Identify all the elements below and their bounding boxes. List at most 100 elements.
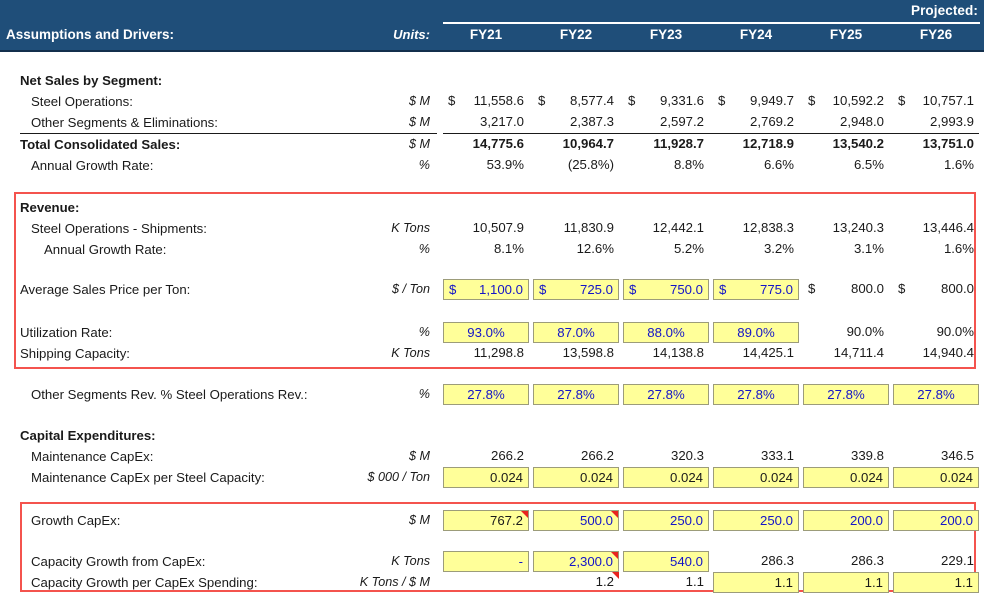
cell-utilization-fy23[interactable]: 88.0% [623, 322, 709, 343]
cell-total-sales-fy23[interactable]: 11,928.7 [623, 134, 709, 155]
cell-other-segments-fy24[interactable]: 2,769.2 [713, 112, 799, 133]
cell-capacity-growth-fy25[interactable]: 286.3 [803, 551, 889, 572]
cell-steel-operations-fy25[interactable]: $10,592.2 [803, 91, 889, 112]
cell-total-sales-fy26[interactable]: 13,751.0 [893, 134, 979, 155]
column-header-fy22[interactable]: FY22 [533, 27, 619, 42]
cell-shipments-fy24[interactable]: 12,838.3 [713, 218, 799, 239]
cell-avg-price-fy21[interactable]: $1,100.0 [443, 279, 529, 300]
cell-segments-ratio-fy26[interactable]: 27.8% [893, 384, 979, 405]
cell-total-sales-fy22[interactable]: 10,964.7 [533, 134, 619, 155]
table-row[interactable]: Maintenance CapEx per Steel Capacity: $ … [0, 467, 984, 488]
cell-sales-growth-fy21[interactable]: 53.9% [443, 155, 529, 176]
cell-other-segments-fy23[interactable]: 2,597.2 [623, 112, 709, 133]
table-row[interactable]: Growth CapEx: $ M 767.2 500.0 250.0 250.… [0, 510, 984, 531]
cell-avg-price-fy26[interactable]: $800.0 [893, 279, 979, 300]
cell-capacity-growth-fy24[interactable]: 286.3 [713, 551, 799, 572]
cell-maint-capex-fy25[interactable]: 339.8 [803, 446, 889, 467]
cell-steel-operations-fy22[interactable]: $8,577.4 [533, 91, 619, 112]
cell-shipments-growth-fy25[interactable]: 3.1% [803, 239, 889, 260]
cell-other-segments-fy25[interactable]: 2,948.0 [803, 112, 889, 133]
table-row[interactable]: Annual Growth Rate: % 53.9% (25.8%) 8.8%… [0, 155, 984, 176]
cell-total-sales-fy24[interactable]: 12,718.9 [713, 134, 799, 155]
cell-other-segments-fy21[interactable]: 3,217.0 [443, 112, 529, 133]
cell-capacity-per-capex-fy22[interactable]: 1.2 [533, 572, 619, 593]
cell-utilization-fy26[interactable]: 90.0% [893, 322, 979, 343]
cell-capacity-growth-fy26[interactable]: 229.1 [893, 551, 979, 572]
cell-segments-ratio-fy22[interactable]: 27.8% [533, 384, 619, 405]
cell-segments-ratio-fy21[interactable]: 27.8% [443, 384, 529, 405]
cell-steel-operations-fy24[interactable]: $9,949.7 [713, 91, 799, 112]
cell-total-sales-fy25[interactable]: 13,540.2 [803, 134, 889, 155]
table-row[interactable]: Maintenance CapEx: $ M 266.2 266.2 320.3… [0, 446, 984, 467]
table-row[interactable]: Total Consolidated Sales: $ M 14,775.6 1… [0, 134, 984, 155]
cell-shipments-fy23[interactable]: 12,442.1 [623, 218, 709, 239]
cell-shipments-fy21[interactable]: 10,507.9 [443, 218, 529, 239]
table-row[interactable]: Capacity Growth per CapEx Spending: K To… [0, 572, 984, 593]
cell-avg-price-fy22[interactable]: $725.0 [533, 279, 619, 300]
cell-shipments-growth-fy26[interactable]: 1.6% [893, 239, 979, 260]
table-row[interactable]: Other Segments Rev. % Steel Operations R… [0, 384, 984, 405]
cell-shipping-capacity-fy22[interactable]: 13,598.8 [533, 343, 619, 364]
cell-segments-ratio-fy25[interactable]: 27.8% [803, 384, 889, 405]
cell-segments-ratio-fy24[interactable]: 27.8% [713, 384, 799, 405]
cell-shipments-growth-fy21[interactable]: 8.1% [443, 239, 529, 260]
cell-capacity-per-capex-fy24[interactable]: 1.1 [713, 572, 799, 593]
cell-shipping-capacity-fy26[interactable]: 14,940.4 [893, 343, 979, 364]
cell-capacity-per-capex-fy21[interactable] [443, 572, 529, 593]
cell-utilization-fy21[interactable]: 93.0% [443, 322, 529, 343]
cell-shipments-growth-fy22[interactable]: 12.6% [533, 239, 619, 260]
cell-maint-capex-ratio-fy22[interactable]: 0.024 [533, 467, 619, 488]
cell-shipments-growth-fy23[interactable]: 5.2% [623, 239, 709, 260]
cell-steel-operations-fy21[interactable]: $11,558.6 [443, 91, 529, 112]
cell-shipments-fy22[interactable]: 11,830.9 [533, 218, 619, 239]
cell-maint-capex-ratio-fy23[interactable]: 0.024 [623, 467, 709, 488]
cell-avg-price-fy24[interactable]: $775.0 [713, 279, 799, 300]
column-header-fy21[interactable]: FY21 [443, 27, 529, 42]
cell-capacity-growth-fy21[interactable]: - [443, 551, 529, 572]
table-row[interactable]: Shipping Capacity: K Tons 11,298.8 13,59… [0, 343, 984, 364]
table-row[interactable]: Annual Growth Rate: % 8.1% 12.6% 5.2% 3.… [0, 239, 984, 260]
cell-growth-capex-fy26[interactable]: 200.0 [893, 510, 979, 531]
cell-growth-capex-fy22[interactable]: 500.0 [533, 510, 619, 531]
cell-sales-growth-fy24[interactable]: 6.6% [713, 155, 799, 176]
cell-shipments-growth-fy24[interactable]: 3.2% [713, 239, 799, 260]
cell-total-sales-fy21[interactable]: 14,775.6 [443, 134, 529, 155]
cell-capacity-per-capex-fy26[interactable]: 1.1 [893, 572, 979, 593]
cell-sales-growth-fy25[interactable]: 6.5% [803, 155, 889, 176]
cell-avg-price-fy25[interactable]: $800.0 [803, 279, 889, 300]
cell-other-segments-fy26[interactable]: 2,993.9 [893, 112, 979, 133]
cell-maint-capex-fy22[interactable]: 266.2 [533, 446, 619, 467]
cell-shipping-capacity-fy24[interactable]: 14,425.1 [713, 343, 799, 364]
table-row[interactable]: Utilization Rate: % 93.0% 87.0% 88.0% 89… [0, 322, 984, 343]
cell-maint-capex-ratio-fy26[interactable]: 0.024 [893, 467, 979, 488]
cell-shipments-fy25[interactable]: 13,240.3 [803, 218, 889, 239]
cell-utilization-fy25[interactable]: 90.0% [803, 322, 889, 343]
cell-capacity-growth-fy22[interactable]: 2,300.0 [533, 551, 619, 572]
table-row[interactable]: Steel Operations - Shipments: K Tons 10,… [0, 218, 984, 239]
cell-steel-operations-fy23[interactable]: $9,331.6 [623, 91, 709, 112]
cell-segments-ratio-fy23[interactable]: 27.8% [623, 384, 709, 405]
cell-steel-operations-fy26[interactable]: $10,757.1 [893, 91, 979, 112]
cell-growth-capex-fy21[interactable]: 767.2 [443, 510, 529, 531]
cell-avg-price-fy23[interactable]: $750.0 [623, 279, 709, 300]
cell-shipping-capacity-fy21[interactable]: 11,298.8 [443, 343, 529, 364]
column-header-fy23[interactable]: FY23 [623, 27, 709, 42]
cell-capacity-per-capex-fy23[interactable]: 1.1 [623, 572, 709, 593]
table-row[interactable]: Other Segments & Eliminations: $ M 3,217… [0, 112, 984, 133]
cell-maint-capex-fy23[interactable]: 320.3 [623, 446, 709, 467]
cell-maint-capex-fy24[interactable]: 333.1 [713, 446, 799, 467]
cell-growth-capex-fy25[interactable]: 200.0 [803, 510, 889, 531]
cell-sales-growth-fy23[interactable]: 8.8% [623, 155, 709, 176]
table-row[interactable]: Steel Operations: $ M $11,558.6 $8,577.4… [0, 91, 984, 112]
cell-maint-capex-fy26[interactable]: 346.5 [893, 446, 979, 467]
cell-other-segments-fy22[interactable]: 2,387.3 [533, 112, 619, 133]
table-row[interactable]: Capacity Growth from CapEx: K Tons - 2,3… [0, 551, 984, 572]
cell-maint-capex-ratio-fy21[interactable]: 0.024 [443, 467, 529, 488]
cell-shipments-fy26[interactable]: 13,446.4 [893, 218, 979, 239]
cell-growth-capex-fy24[interactable]: 250.0 [713, 510, 799, 531]
cell-sales-growth-fy26[interactable]: 1.6% [893, 155, 979, 176]
cell-maint-capex-ratio-fy24[interactable]: 0.024 [713, 467, 799, 488]
cell-capacity-growth-fy23[interactable]: 540.0 [623, 551, 709, 572]
column-header-fy26[interactable]: FY26 [893, 27, 979, 42]
cell-shipping-capacity-fy25[interactable]: 14,711.4 [803, 343, 889, 364]
